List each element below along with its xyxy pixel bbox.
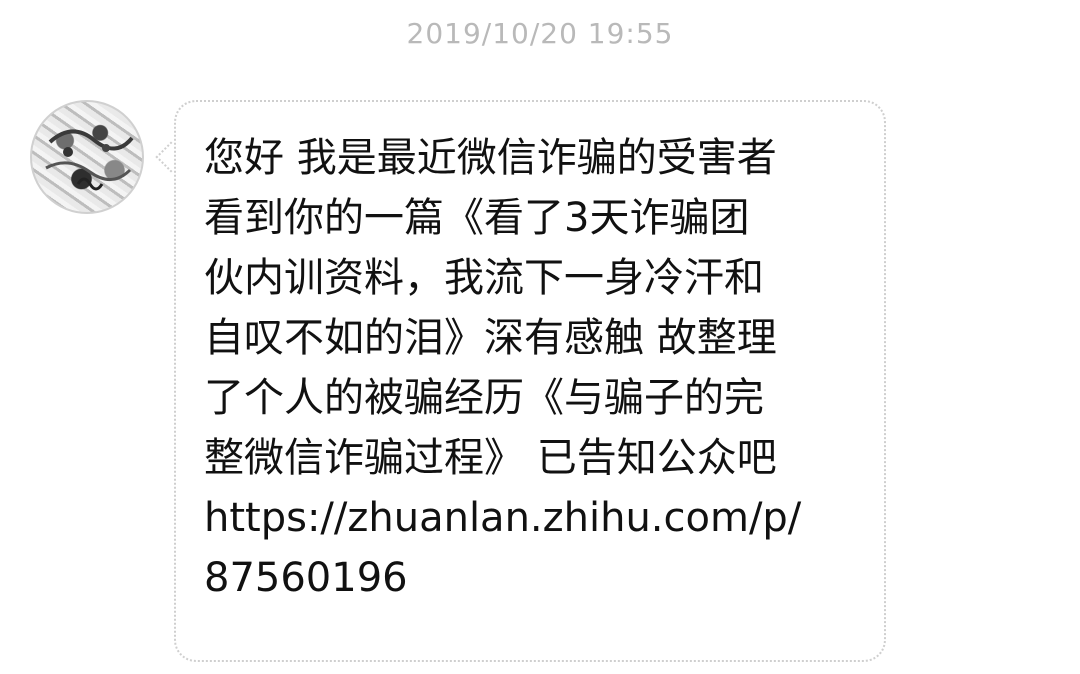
message-text[interactable]: 您好 我是最近微信诈骗的受害者 看到你的一篇《看了3天诈骗团 伙内训资料，我流下… — [204, 128, 876, 608]
sender-avatar-icon — [45, 129, 134, 191]
message-timestamp: 2019/10/20 19:55 — [406, 17, 674, 50]
sender-avatar[interactable] — [30, 100, 144, 214]
